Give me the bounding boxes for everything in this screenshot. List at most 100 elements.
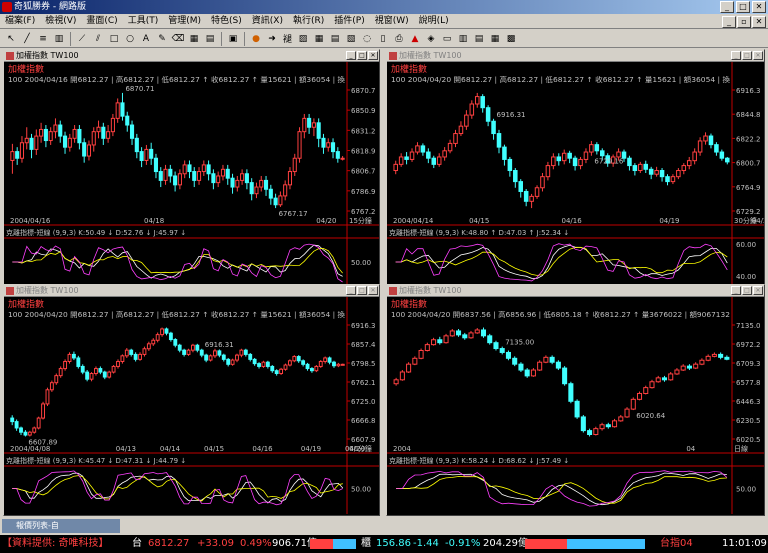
date-tick: 04/15 bbox=[204, 445, 224, 453]
candlestick-chart[interactable]: 加權指數100 2004/04/16 開6812.27 | 高6812.27 |… bbox=[4, 62, 379, 289]
candle-body bbox=[182, 164, 187, 175]
window-maximize-button[interactable]: □ bbox=[742, 286, 752, 295]
chart-window-titlebar[interactable]: 加權指數 TW100 _ □ ✕ bbox=[4, 50, 379, 62]
menu-item[interactable]: 說明(L) bbox=[414, 15, 454, 28]
window-minimize-button[interactable]: _ bbox=[731, 286, 741, 295]
menu-item[interactable]: 執行(R) bbox=[288, 15, 329, 28]
window-maximize-button[interactable]: □ bbox=[357, 286, 367, 295]
price-tick: 6729.2 bbox=[736, 208, 761, 216]
candle-body bbox=[681, 165, 687, 172]
arrow-icon[interactable]: ➜ bbox=[265, 32, 279, 46]
minimized-window-tab[interactable]: 報價列表-自 bbox=[2, 519, 120, 533]
cursor-icon[interactable]: ↖ bbox=[4, 32, 18, 46]
extreme-annotation: 6020.64 bbox=[636, 412, 665, 420]
layout1-icon[interactable]: ▭ bbox=[440, 32, 454, 46]
line-tool-icon[interactable]: ╱ bbox=[20, 32, 34, 46]
mdi-close-button[interactable]: ✕ bbox=[752, 16, 766, 28]
candle-body bbox=[186, 349, 191, 355]
print-icon[interactable]: ⎙ bbox=[392, 32, 406, 46]
window-close-button[interactable]: ✕ bbox=[753, 51, 763, 60]
chart-window[interactable]: 加權指數 TW100 _ □ ✕ 加權指數 100 2004/04/16 開6812.27… bbox=[3, 49, 380, 291]
eraser-tool-icon[interactable]: ⌫ bbox=[171, 32, 185, 46]
text-tool-icon[interactable]: A bbox=[139, 32, 153, 46]
menu-item[interactable]: 工具(T) bbox=[123, 15, 164, 28]
layout4-icon[interactable]: ▦ bbox=[488, 32, 502, 46]
twse-percent: 0.49% bbox=[240, 538, 272, 549]
maximize-button[interactable]: □ bbox=[736, 1, 750, 13]
window-title: 加權指數 TW100 bbox=[16, 286, 79, 295]
menu-item[interactable]: 資訊(X) bbox=[247, 15, 288, 28]
ellipse-tool-icon[interactable]: ○ bbox=[123, 32, 137, 46]
window-close-button[interactable]: ✕ bbox=[368, 286, 378, 295]
candle-body bbox=[151, 339, 156, 345]
save-icon[interactable]: ▣ bbox=[226, 32, 240, 46]
channel-tool-icon[interactable]: ⫽ bbox=[91, 32, 105, 46]
menu-item[interactable]: 插件(P) bbox=[329, 15, 369, 28]
chart-window-titlebar[interactable]: 加權指數 TW100 _ □ ✕ bbox=[387, 285, 764, 297]
report-icon[interactable]: ▤ bbox=[328, 32, 342, 46]
window-minimize-button[interactable]: _ bbox=[346, 286, 356, 295]
window-minimize-button[interactable]: _ bbox=[346, 51, 356, 60]
window-minimize-button[interactable]: _ bbox=[731, 51, 741, 60]
price-tick: 6806.7 bbox=[351, 168, 376, 176]
minimize-button[interactable]: _ bbox=[720, 1, 734, 13]
toolbar-label[interactable]: 褪 bbox=[281, 32, 294, 45]
candle-body bbox=[177, 173, 182, 186]
layout3-icon[interactable]: ▤ bbox=[472, 32, 486, 46]
candlestick-chart[interactable]: 加權指數100 2004/04/20 開6837.56 | 高6856.96 |… bbox=[387, 297, 764, 514]
candle-body bbox=[115, 102, 120, 119]
fan-tool-icon[interactable]: ⟋ bbox=[75, 32, 89, 46]
bars-tool-icon[interactable]: ▥ bbox=[52, 32, 66, 46]
rect-tool-icon[interactable]: □ bbox=[107, 32, 121, 46]
candlestick-chart[interactable]: 加權指數100 2004/04/20 開6812.27 | 高6812.27 |… bbox=[387, 62, 764, 289]
calc-icon[interactable]: ▦ bbox=[312, 32, 326, 46]
mdi-minimize-button[interactable]: _ bbox=[722, 16, 736, 28]
kd-tick: 40.00 bbox=[736, 273, 756, 281]
chart-window[interactable]: 加權指數 TW100 _ □ ✕ 加權指數 100 2004/04/20 開6812.27… bbox=[3, 284, 380, 516]
menu-item[interactable]: 檢視(V) bbox=[40, 15, 81, 28]
price-tick: 6798.5 bbox=[351, 360, 376, 368]
alert-icon[interactable]: ▲ bbox=[408, 32, 422, 46]
chat-icon[interactable]: ◌ bbox=[360, 32, 374, 46]
news-icon[interactable]: ▧ bbox=[344, 32, 358, 46]
menu-item[interactable]: 管理(M) bbox=[163, 15, 206, 28]
menu-item[interactable]: 檔案(F) bbox=[0, 15, 40, 28]
candle-body bbox=[708, 135, 714, 146]
date-tick: 2004 bbox=[393, 445, 411, 453]
layout2-icon[interactable]: ▥ bbox=[456, 32, 470, 46]
menu-item[interactable]: 特色(S) bbox=[206, 15, 247, 28]
pen-tool-icon[interactable]: ✎ bbox=[155, 32, 169, 46]
palette-icon[interactable]: ▦ bbox=[187, 32, 201, 46]
hline-tool-icon[interactable]: ≡ bbox=[36, 32, 50, 46]
chart-icon[interactable]: ▨ bbox=[296, 32, 310, 46]
candle-body bbox=[110, 117, 115, 133]
window-maximize-button[interactable]: □ bbox=[742, 51, 752, 60]
fox-icon[interactable]: ● bbox=[249, 32, 263, 46]
layout5-icon[interactable]: ▩ bbox=[504, 32, 518, 46]
candle-body bbox=[332, 361, 336, 367]
close-button[interactable]: ✕ bbox=[752, 1, 766, 13]
chart-window[interactable]: 加權指數 TW100 _ □ ✕ 加權指數 100 2004/04/20 開6837.56… bbox=[386, 284, 765, 516]
window-close-button[interactable]: ✕ bbox=[368, 51, 378, 60]
candle-body bbox=[221, 354, 226, 360]
bell-icon[interactable]: ◈ bbox=[424, 32, 438, 46]
candle-body bbox=[182, 349, 187, 355]
candle-body bbox=[572, 157, 578, 167]
price-tick: 6844.8 bbox=[736, 111, 761, 119]
mdi-restore-button[interactable]: ▫ bbox=[737, 16, 751, 28]
window-maximize-button[interactable]: □ bbox=[357, 51, 367, 60]
candle-body bbox=[499, 348, 505, 353]
window-close-button[interactable]: ✕ bbox=[753, 286, 763, 295]
candle-body bbox=[36, 417, 41, 429]
candle-body bbox=[661, 377, 668, 381]
candle-body bbox=[307, 117, 312, 128]
chart-window-titlebar[interactable]: 加權指數 TW100 _ □ ✕ bbox=[387, 50, 764, 62]
grid-icon[interactable]: ▤ bbox=[203, 32, 217, 46]
menu-item[interactable]: 視窗(W) bbox=[370, 15, 414, 28]
book-icon[interactable]: ▯ bbox=[376, 32, 390, 46]
menu-item[interactable]: 畫面(C) bbox=[81, 15, 122, 28]
candlestick-chart[interactable]: 加權指數100 2004/04/20 開6812.27 | 高6812.27 |… bbox=[4, 297, 379, 514]
candle-body bbox=[326, 142, 331, 148]
chart-window[interactable]: 加權指數 TW100 _ □ ✕ 加權指數 100 2004/04/20 開6812.27… bbox=[386, 49, 765, 291]
chart-window-titlebar[interactable]: 加權指數 TW100 _ □ ✕ bbox=[4, 285, 379, 297]
